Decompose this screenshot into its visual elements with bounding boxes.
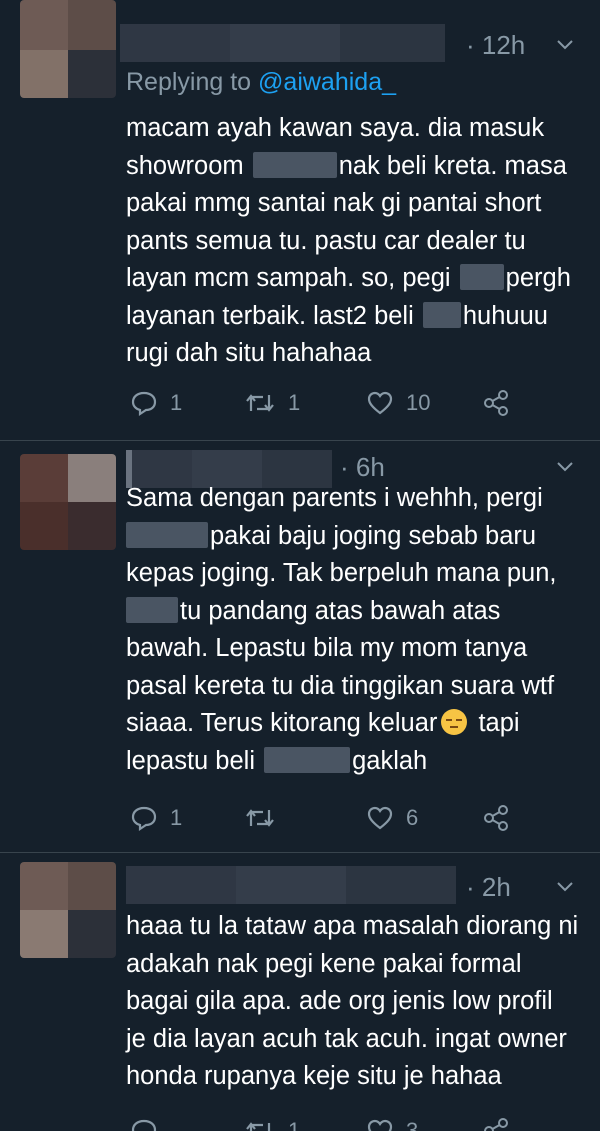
redacted-text [459, 264, 504, 290]
tweet-actions: 1 6 [126, 801, 586, 835]
avatar[interactable] [20, 454, 116, 550]
reply-button[interactable]: 1 [130, 386, 182, 420]
like-count: 3 [406, 1118, 419, 1131]
text-line: macam ayah kawan saya. dia masuk [126, 114, 545, 142]
text-line: rugi dah situ hahahaa [126, 339, 372, 367]
heart-icon [367, 1119, 393, 1131]
like-count: 10 [406, 390, 431, 415]
tweet-text: macam ayah kawan saya. dia masuk showroo… [126, 110, 571, 373]
share-button[interactable] [482, 386, 510, 420]
reply-icon [131, 1119, 157, 1131]
text-line: pasal kereta tu dia tinggikan suara wtf [126, 671, 555, 700]
retweet-icon [246, 394, 274, 412]
chevron-down-icon[interactable] [556, 458, 574, 476]
text-line: layan mcm sampah. so, pegi pergh [126, 264, 571, 292]
retweet-count: 1 [288, 390, 301, 415]
pensive-face-icon [441, 709, 468, 735]
reply-count: 1 [170, 805, 183, 830]
redacted-text [422, 301, 461, 328]
tweet-text: Sama dengan parents i wehhh, pergi pakai… [126, 480, 557, 780]
chevron-down-icon[interactable] [556, 878, 574, 896]
redacted-text [252, 151, 337, 178]
like-count: 6 [406, 805, 419, 830]
share-icon [484, 390, 508, 416]
text-line: showroom nak beli kreta. masa [126, 151, 567, 180]
reply-icon [131, 806, 157, 832]
reply-icon [131, 391, 157, 417]
text-line: pants semua tu. pastu car dealer tu [126, 226, 526, 255]
text-line: kepas joging. Tak berpeluh mana pun, [126, 559, 557, 587]
retweet-icon [246, 1122, 271, 1131]
tweet-1[interactable]: · 12h Replying to @aiwahida_ macam ayah … [0, 0, 600, 440]
retweet-button[interactable] [244, 801, 288, 835]
replying-to: Replying to @aiwahida_ [126, 68, 396, 97]
retweet-icon [246, 809, 274, 827]
username-redacted[interactable] [120, 24, 445, 62]
retweet-count: 1 [288, 1118, 301, 1131]
share-button[interactable] [482, 801, 510, 835]
avatar[interactable] [20, 0, 116, 98]
text-line: bagai gila apa. ade org jenis low profil [126, 987, 553, 1015]
reply-button[interactable]: 1 [130, 801, 182, 835]
text-line: siaaa. Terus kitorang keluar tapi [126, 709, 520, 737]
tweet-text: haaa tu la tataw apa masalah diorang ni … [126, 908, 578, 1096]
text-line: haaa tu la tataw apa masalah diorang ni [126, 912, 579, 940]
text-line: bawah. Lepastu bila my mom tanya [126, 634, 528, 662]
text-line: layanan terbaik. last2 beli huhuuu [126, 301, 548, 330]
username-redacted[interactable] [126, 866, 456, 904]
tweet-time: · 2h [466, 872, 511, 902]
replying-to-label: Replying to [126, 68, 252, 96]
redacted-text [126, 521, 208, 548]
share-icon [484, 1118, 508, 1131]
text-line: pakai baju joging sebab baru [126, 518, 557, 556]
text-line: honda rupanya keje situ je hahaa [126, 1062, 502, 1090]
tweet-time: · 6h [340, 452, 385, 482]
text-line: adakah nak pegi kene pakai formal [126, 949, 522, 978]
replying-to-handle[interactable]: @aiwahida_ [258, 68, 396, 96]
heart-icon [367, 806, 393, 830]
like-button[interactable]: 3 [366, 1114, 418, 1131]
tweet-3[interactable]: · 2h haaa tu la tataw apa masalah dioran… [0, 852, 600, 1131]
redacted-text [264, 746, 351, 773]
text-line: pakai mmg santai nak gi pantai short [126, 189, 542, 217]
tweet-actions: 1 1 10 [126, 386, 586, 420]
share-icon [484, 805, 508, 831]
redacted-text [126, 596, 178, 623]
share-button[interactable] [482, 1114, 510, 1131]
tweet-2[interactable]: · 6h Sama dengan parents i wehhh, pergi … [0, 440, 600, 852]
like-button[interactable]: 10 [366, 386, 430, 420]
tweet-actions: 1 3 [126, 1114, 586, 1131]
tweet-time: · 12h [466, 30, 526, 60]
text-line: je dia layan acuh tak acuh. ingat owner [126, 1024, 567, 1053]
retweet-button[interactable]: 1 [244, 386, 300, 420]
chevron-down-icon[interactable] [556, 36, 574, 54]
heart-icon [367, 391, 393, 415]
retweet-button[interactable]: 1 [244, 1114, 300, 1131]
avatar[interactable] [20, 862, 116, 958]
reply-button[interactable] [130, 1114, 170, 1131]
text-line: Sama dengan parents i wehhh, pergi [126, 484, 543, 512]
text-line: lepastu beli gaklah [126, 746, 428, 775]
reply-count: 1 [170, 390, 183, 415]
like-button[interactable]: 6 [366, 801, 418, 835]
text-line: tu pandang atas bawah atas [126, 593, 557, 631]
